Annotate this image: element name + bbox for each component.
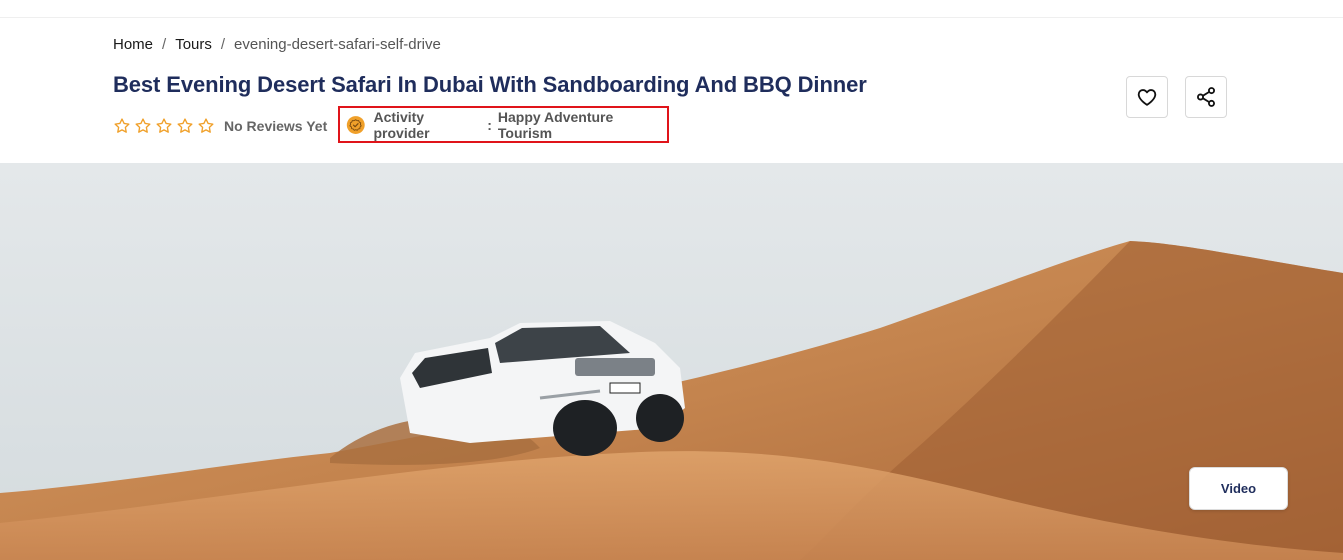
page-title: Best Evening Desert Safari In Dubai With… bbox=[113, 72, 867, 97]
tour-meta: No Reviews Yet bbox=[113, 114, 341, 138]
breadcrumb-current: evening-desert-safari-self-drive bbox=[234, 36, 441, 53]
hero-image[interactable] bbox=[0, 163, 1343, 560]
header-divider bbox=[0, 17, 1343, 18]
breadcrumb: Home / Tours / evening-desert-safari-sel… bbox=[113, 36, 441, 53]
verified-badge-icon bbox=[346, 115, 365, 134]
star-outline-icon bbox=[135, 118, 151, 133]
favorite-button[interactable] bbox=[1126, 76, 1168, 118]
heart-icon bbox=[1137, 89, 1157, 106]
star-outline-icon bbox=[198, 118, 214, 133]
breadcrumb-tours[interactable]: Tours bbox=[175, 36, 212, 53]
star-outline-icon bbox=[114, 118, 130, 133]
share-button[interactable] bbox=[1185, 76, 1227, 118]
rating-stars bbox=[113, 117, 215, 135]
breadcrumb-separator: / bbox=[162, 36, 167, 53]
provider-label: Activity provider bbox=[373, 108, 430, 141]
video-button[interactable]: Video bbox=[1189, 467, 1288, 510]
star-outline-icon bbox=[177, 118, 193, 133]
breadcrumb-separator: / bbox=[220, 36, 226, 53]
reviews-count[interactable]: No Reviews Yet bbox=[224, 118, 327, 134]
share-icon bbox=[1197, 87, 1215, 107]
provider-separator: : bbox=[487, 116, 492, 133]
activity-provider: Activity provider : Happy Adventure Tour… bbox=[338, 106, 669, 143]
desert-safari-photo bbox=[0, 163, 1343, 560]
provider-name[interactable]: Happy Adventure Tourism bbox=[498, 109, 667, 141]
breadcrumb-home[interactable]: Home bbox=[113, 36, 153, 53]
star-outline-icon bbox=[156, 118, 172, 133]
